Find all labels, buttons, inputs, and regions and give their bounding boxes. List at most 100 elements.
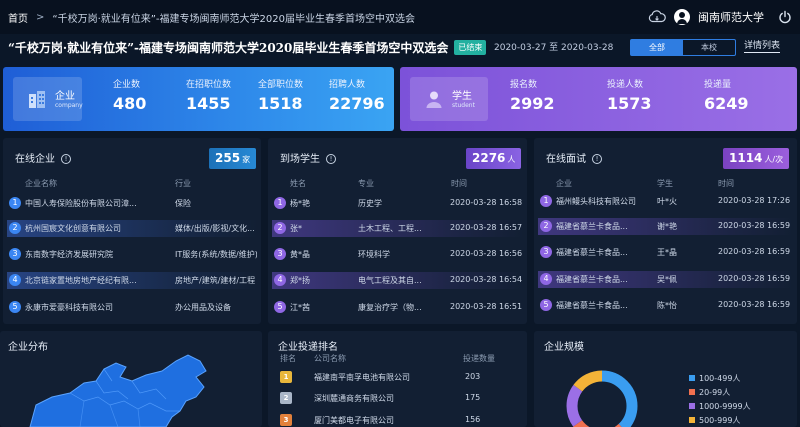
col-header-name: 企业名称 <box>25 179 57 188</box>
company-badge-sub: company <box>55 102 83 109</box>
arrival-time: 2020-03-28 16:58 <box>450 198 523 207</box>
power-icon[interactable] <box>778 10 792 24</box>
list-item[interactable]: 3 东南数字经济发展研究院 IT服务(系统/数据/维护) <box>7 246 257 263</box>
list-item[interactable]: 2 张* 土木工程、工程... 2020-03-28 16:57 <box>272 220 523 237</box>
stat-label: 报名数 <box>510 80 538 90</box>
stat-label: 投递人数 <box>607 80 644 90</box>
list-item[interactable]: 4 北京链家置地房地产经纪有限... 房地产/建筑/建材/工程 <box>7 272 257 289</box>
online-companies-panel: 在线企业! 255 家 企业名称 行业 1 中国人寿保险股份有限公司漳... 保险… <box>3 138 261 324</box>
stat-label: 企业数 <box>113 80 141 90</box>
interview-time: 2020-03-28 16:59 <box>718 300 791 309</box>
company-industry: 媒体/出版/影视/文化... <box>175 224 255 233</box>
company-name: 东南数字经济发展研究院 <box>25 250 113 259</box>
interview-student: 王*晶 <box>657 248 677 257</box>
student-major: 康复治疗学（物... <box>358 303 422 312</box>
info-icon[interactable]: ! <box>61 154 71 164</box>
list-item[interactable]: 5 永康市爱豪科技有限公司 办公用品及设备 <box>7 299 257 316</box>
stat-open-positions: 在招职位数 1455 <box>186 77 231 113</box>
rank-number: 3 <box>540 246 552 258</box>
student-badge-sub: student <box>452 102 475 109</box>
toggle-school[interactable]: 本校 <box>683 40 735 55</box>
breadcrumb-home[interactable]: 首页 <box>8 10 28 25</box>
arrival-time: 2020-03-28 16:54 <box>450 275 523 284</box>
col-header-student: 学生 <box>657 179 673 188</box>
student-name: 黄*晶 <box>290 250 310 259</box>
rank-number: 4 <box>274 274 286 286</box>
panel-title-text: 在线面试 <box>546 154 586 165</box>
company-badge: 企业 company <box>13 77 83 121</box>
stat-value: 1573 <box>607 94 652 113</box>
stat-applicants: 投递人数 1573 <box>607 77 652 113</box>
list-item[interactable]: 4 福建省慕兰卡食品... 吴*佩 2020-03-28 16:59 <box>538 271 793 288</box>
company-count-badge: 255 家 <box>209 148 257 169</box>
stat-hiring-count: 招聘人数 22796 <box>329 77 385 113</box>
interview-time: 2020-03-28 16:59 <box>718 247 791 256</box>
interview-company: 福建省慕兰卡食品... <box>556 248 628 257</box>
col-header-company: 企业 <box>556 179 572 188</box>
list-item[interactable]: 2 杭州国宸文化创意有限公司 媒体/出版/影视/文化... <box>7 220 257 237</box>
company-name: 中国人寿保险股份有限公司漳... <box>25 199 137 208</box>
student-major: 土木工程、工程... <box>358 224 422 233</box>
arrival-time: 2020-03-28 16:57 <box>450 223 523 232</box>
panel-title: 企业规模 <box>544 342 584 353</box>
legend-item[interactable]: 20-99人 <box>689 387 730 398</box>
table-row[interactable]: 2 深圳麓通商务有限公司 175 <box>278 390 523 407</box>
stat-value: 1518 <box>258 94 303 113</box>
online-interviews-panel: 在线面试! 1114 人/次 企业 学生 时间 1 福州鳗头科技有限公司 叶*火 … <box>534 138 797 324</box>
interview-student: 叶*火 <box>657 197 677 206</box>
col-header-company: 公司名称 <box>314 354 346 363</box>
list-item[interactable]: 4 郑*扬 电气工程及其自... 2020-03-28 16:54 <box>272 272 523 289</box>
ranking-count: 156 <box>465 415 481 424</box>
legend-swatch <box>689 375 695 381</box>
interview-company: 福建省慕兰卡食品... <box>556 275 628 284</box>
rank-number: 5 <box>9 301 21 313</box>
interview-count-badge: 1114 人/次 <box>723 148 790 169</box>
legend-label: 100-499人 <box>699 374 741 383</box>
legend-item[interactable]: 1000-9999人 <box>689 401 751 412</box>
student-major: 环境科学 <box>358 250 390 259</box>
toggle-all[interactable]: 全部 <box>631 40 683 55</box>
interview-student: 吴*佩 <box>657 275 677 284</box>
info-icon[interactable]: ! <box>326 154 336 164</box>
panel-title-text: 到场学生 <box>280 154 320 165</box>
legend-swatch <box>689 417 695 423</box>
company-name: 杭州国宸文化创意有限公司 <box>25 224 121 233</box>
table-row[interactable]: 1 福建南平南孚电池有限公司 203 <box>278 369 523 386</box>
list-item[interactable]: 1 福州鳗头科技有限公司 叶*火 2020-03-28 17:26 <box>538 193 793 210</box>
list-item[interactable]: 1 杨*艳 历史学 2020-03-28 16:58 <box>272 195 523 212</box>
rank-number: 2 <box>540 220 552 232</box>
list-item[interactable]: 2 福建省慕兰卡食品... 谢*艳 2020-03-28 16:59 <box>538 218 793 235</box>
rank-number: 1 <box>540 195 552 207</box>
rank-number: 4 <box>9 274 21 286</box>
user-name[interactable]: 闽南师范大学 <box>698 9 764 25</box>
avatar-icon[interactable] <box>674 9 690 25</box>
table-row[interactable]: 3 厦门美都电子有限公司 156 <box>278 412 523 427</box>
stat-value: 2992 <box>510 94 555 113</box>
rank-number: 2 <box>9 222 21 234</box>
list-item[interactable]: 1 中国人寿保险股份有限公司漳... 保险 <box>7 195 257 212</box>
building-icon <box>29 91 45 108</box>
china-map[interactable] <box>0 353 262 427</box>
company-distribution-panel: 企业分布 <box>0 331 262 427</box>
list-item[interactable]: 3 福建省慕兰卡食品... 王*晶 2020-03-28 16:59 <box>538 244 793 261</box>
info-icon[interactable]: ! <box>592 154 602 164</box>
panel-title: 在线面试! <box>546 150 602 165</box>
student-name: 郑*扬 <box>290 276 310 285</box>
date-range: 2020-03-27 至 2020-03-28 <box>494 43 614 53</box>
arrival-time: 2020-03-28 16:56 <box>450 249 523 258</box>
breadcrumb-current: “千校万岗·就业有位来”-福建专场闽南师范大学2020届毕业生春季首场空中双选会 <box>52 13 415 25</box>
panel-title: 企业投递排名 <box>278 342 338 353</box>
count-unit: 人/次 <box>764 155 784 164</box>
legend-item[interactable]: 100-499人 <box>689 373 740 384</box>
legend-item[interactable]: 500-999人 <box>689 415 740 426</box>
student-major: 历史学 <box>358 199 382 208</box>
list-item[interactable]: 3 黄*晶 环境科学 2020-03-28 16:56 <box>272 246 523 263</box>
count-value: 255 <box>215 151 241 165</box>
student-name: 张* <box>290 224 302 233</box>
cloud-download-icon[interactable] <box>648 10 666 24</box>
scale-donut-chart[interactable] <box>564 361 684 427</box>
ranking-company: 厦门美都电子有限公司 <box>314 416 394 425</box>
list-item[interactable]: 5 江*茜 康复治疗学（物... 2020-03-28 16:51 <box>272 299 523 316</box>
detail-list-link[interactable]: 详情列表 <box>744 40 781 53</box>
list-item[interactable]: 5 福建省慕兰卡食品... 陈*怡 2020-03-28 16:59 <box>538 297 793 314</box>
